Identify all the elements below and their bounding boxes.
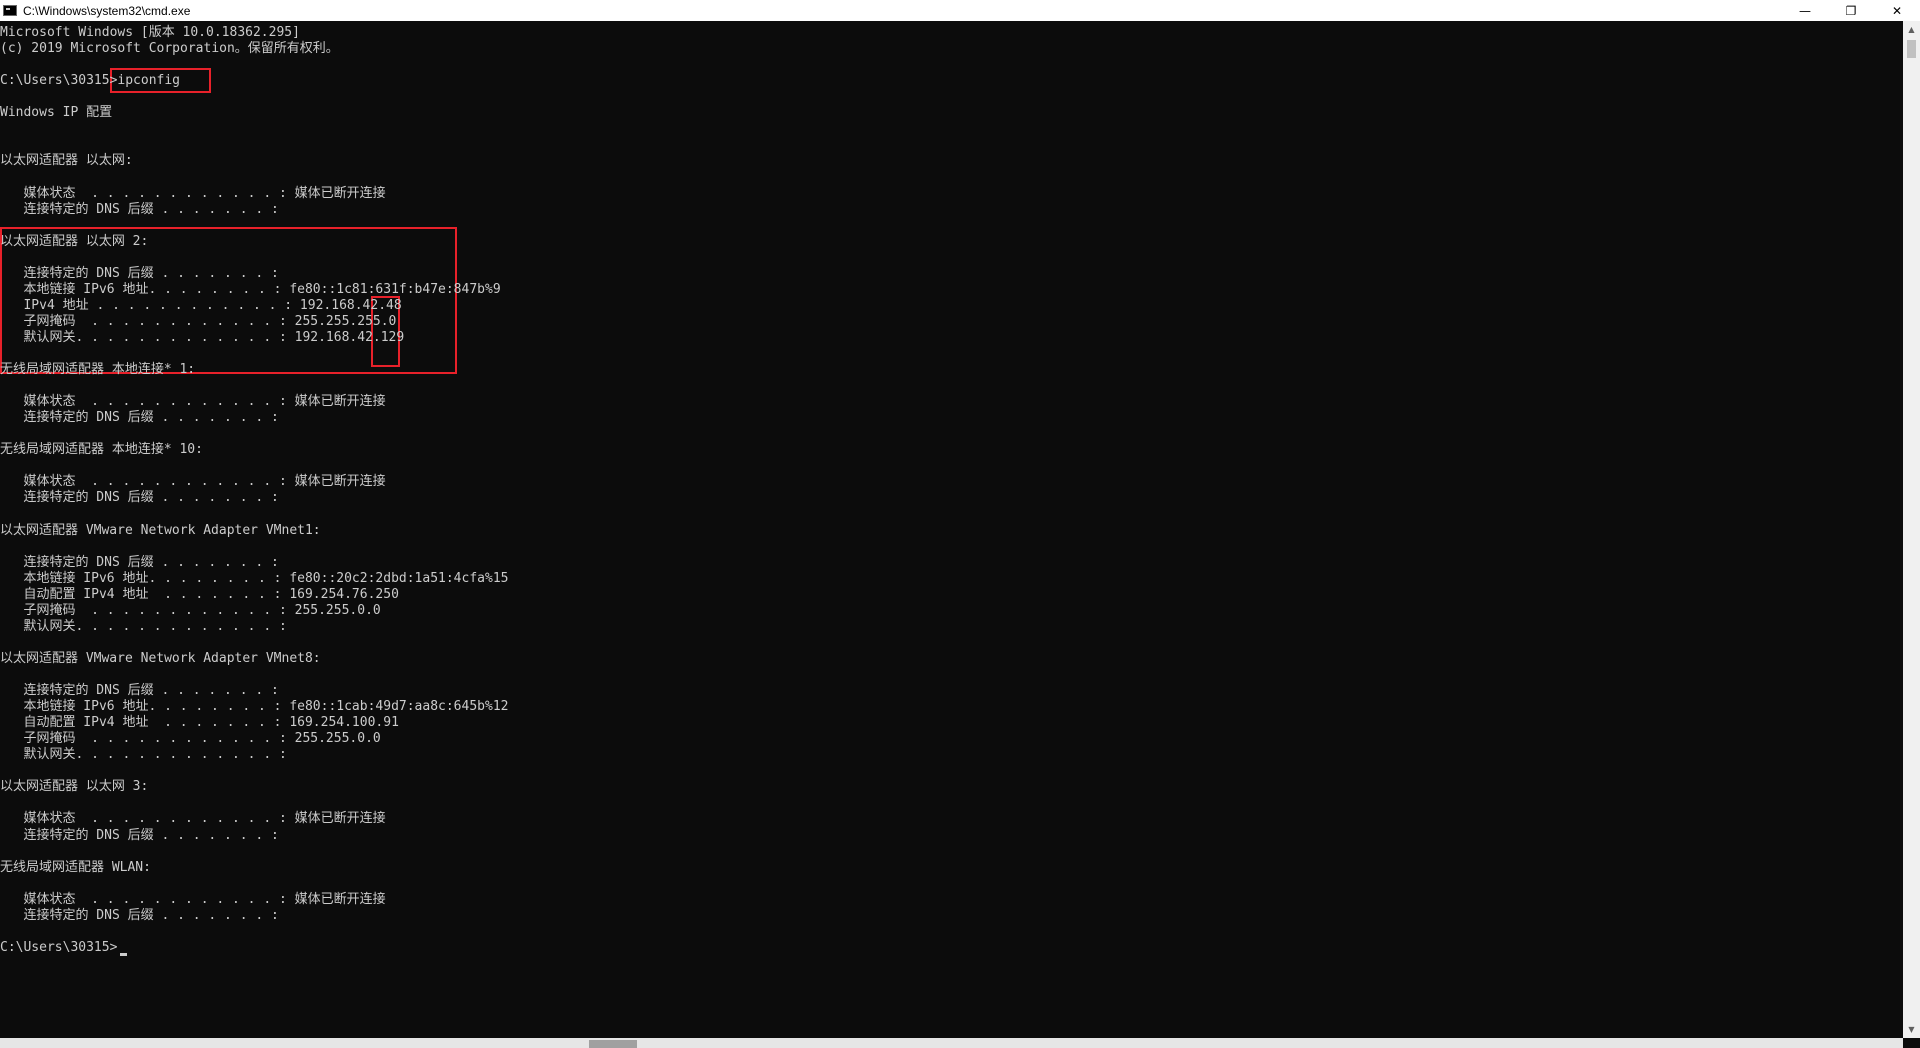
console-line: 以太网适配器 VMware Network Adapter VMnet1: bbox=[0, 523, 321, 538]
console-line: 无线局域网适配器 本地连接* 10: bbox=[0, 442, 203, 457]
minimize-button[interactable]: — bbox=[1782, 0, 1828, 21]
console-line: 连接特定的 DNS 后缀 . . . . . . . : bbox=[0, 490, 279, 505]
console-line: 媒体状态 . . . . . . . . . . . . : 媒体已断开连接 bbox=[0, 474, 386, 489]
text-cursor bbox=[120, 953, 127, 956]
console-line: 媒体状态 . . . . . . . . . . . . : 媒体已断开连接 bbox=[0, 811, 386, 826]
minimize-icon: — bbox=[1799, 3, 1811, 18]
console-line: 以太网适配器 以太网 2: bbox=[0, 234, 149, 249]
console-line: C:\Users\30315> bbox=[0, 940, 118, 955]
cmd-icon bbox=[3, 5, 17, 16]
console-line: 子网掩码 . . . . . . . . . . . . : 255.255.0… bbox=[0, 731, 381, 746]
close-button[interactable]: ✕ bbox=[1874, 0, 1920, 21]
scroll-thumb[interactable] bbox=[1907, 40, 1916, 58]
console-line: 无线局域网适配器 WLAN: bbox=[0, 860, 151, 875]
console-line: Windows IP 配置 bbox=[0, 105, 113, 120]
console-line: 以太网适配器 VMware Network Adapter VMnet8: bbox=[0, 651, 321, 666]
console-line: 默认网关. . . . . . . . . . . . . : bbox=[0, 747, 287, 762]
console-line: 默认网关. . . . . . . . . . . . . : 192.168.… bbox=[0, 330, 405, 345]
console-line: 子网掩码 . . . . . . . . . . . . : 255.255.2… bbox=[0, 314, 397, 329]
console-line: 媒体状态 . . . . . . . . . . . . : 媒体已断开连接 bbox=[0, 394, 386, 409]
title-bar[interactable]: C:\Windows\system32\cmd.exe — ❐ ✕ bbox=[0, 0, 1920, 21]
horizontal-scrollbar[interactable] bbox=[0, 1038, 1903, 1048]
window-title: C:\Windows\system32\cmd.exe bbox=[23, 3, 191, 18]
console-line: 默认网关. . . . . . . . . . . . . : bbox=[0, 619, 287, 634]
console-line: 子网掩码 . . . . . . . . . . . . : 255.255.0… bbox=[0, 603, 381, 618]
console-line: Microsoft Windows [版本 10.0.18362.295] bbox=[0, 25, 300, 40]
console-line: 连接特定的 DNS 后缀 . . . . . . . : bbox=[0, 908, 279, 923]
console-line: 连接特定的 DNS 后缀 . . . . . . . : bbox=[0, 828, 279, 843]
console-line: 自动配置 IPv4 地址 . . . . . . . : 169.254.76.… bbox=[0, 587, 399, 602]
console-line: IPv4 地址 . . . . . . . . . . . . : 192.16… bbox=[0, 298, 402, 313]
console-line: 媒体状态 . . . . . . . . . . . . : 媒体已断开连接 bbox=[0, 892, 386, 907]
close-icon: ✕ bbox=[1891, 3, 1903, 18]
window-controls: — ❐ ✕ bbox=[1782, 0, 1920, 21]
console-line: 连接特定的 DNS 后缀 . . . . . . . : bbox=[0, 555, 279, 570]
console-line: 连接特定的 DNS 后缀 . . . . . . . : bbox=[0, 266, 279, 281]
console-output[interactable]: Microsoft Windows [版本 10.0.18362.295] (c)… bbox=[0, 21, 1903, 1038]
scroll-up-icon[interactable]: ▲ bbox=[1903, 21, 1920, 38]
console-line: 连接特定的 DNS 后缀 . . . . . . . : bbox=[0, 410, 279, 425]
console-line: 以太网适配器 以太网 3: bbox=[0, 779, 149, 794]
console-line: 本地链接 IPv6 地址. . . . . . . . : fe80::1cab… bbox=[0, 699, 509, 714]
console-line: 连接特定的 DNS 后缀 . . . . . . . : bbox=[0, 202, 279, 217]
console-line: 以太网适配器 以太网: bbox=[0, 153, 133, 168]
restore-icon: ❐ bbox=[1845, 3, 1857, 18]
console-line: 连接特定的 DNS 后缀 . . . . . . . : bbox=[0, 683, 279, 698]
scroll-down-icon[interactable]: ▼ bbox=[1903, 1021, 1920, 1038]
console-line: C:\Users\30315>ipconfig bbox=[0, 73, 181, 88]
console-line: 本地链接 IPv6 地址. . . . . . . . : fe80::20c2… bbox=[0, 571, 509, 586]
console-line: 媒体状态 . . . . . . . . . . . . : 媒体已断开连接 bbox=[0, 186, 386, 201]
console-line: (c) 2019 Microsoft Corporation。保留所有权利。 bbox=[0, 41, 339, 56]
horizontal-scroll-thumb[interactable] bbox=[589, 1040, 637, 1048]
restore-button[interactable]: ❐ bbox=[1828, 0, 1874, 21]
console-line: 无线局域网适配器 本地连接* 1: bbox=[0, 362, 196, 377]
console-line: 本地链接 IPv6 地址. . . . . . . . : fe80::1c81… bbox=[0, 282, 501, 297]
console-line: 自动配置 IPv4 地址 . . . . . . . : 169.254.100… bbox=[0, 715, 399, 730]
vertical-scrollbar[interactable]: ▲ ▼ bbox=[1903, 21, 1920, 1038]
